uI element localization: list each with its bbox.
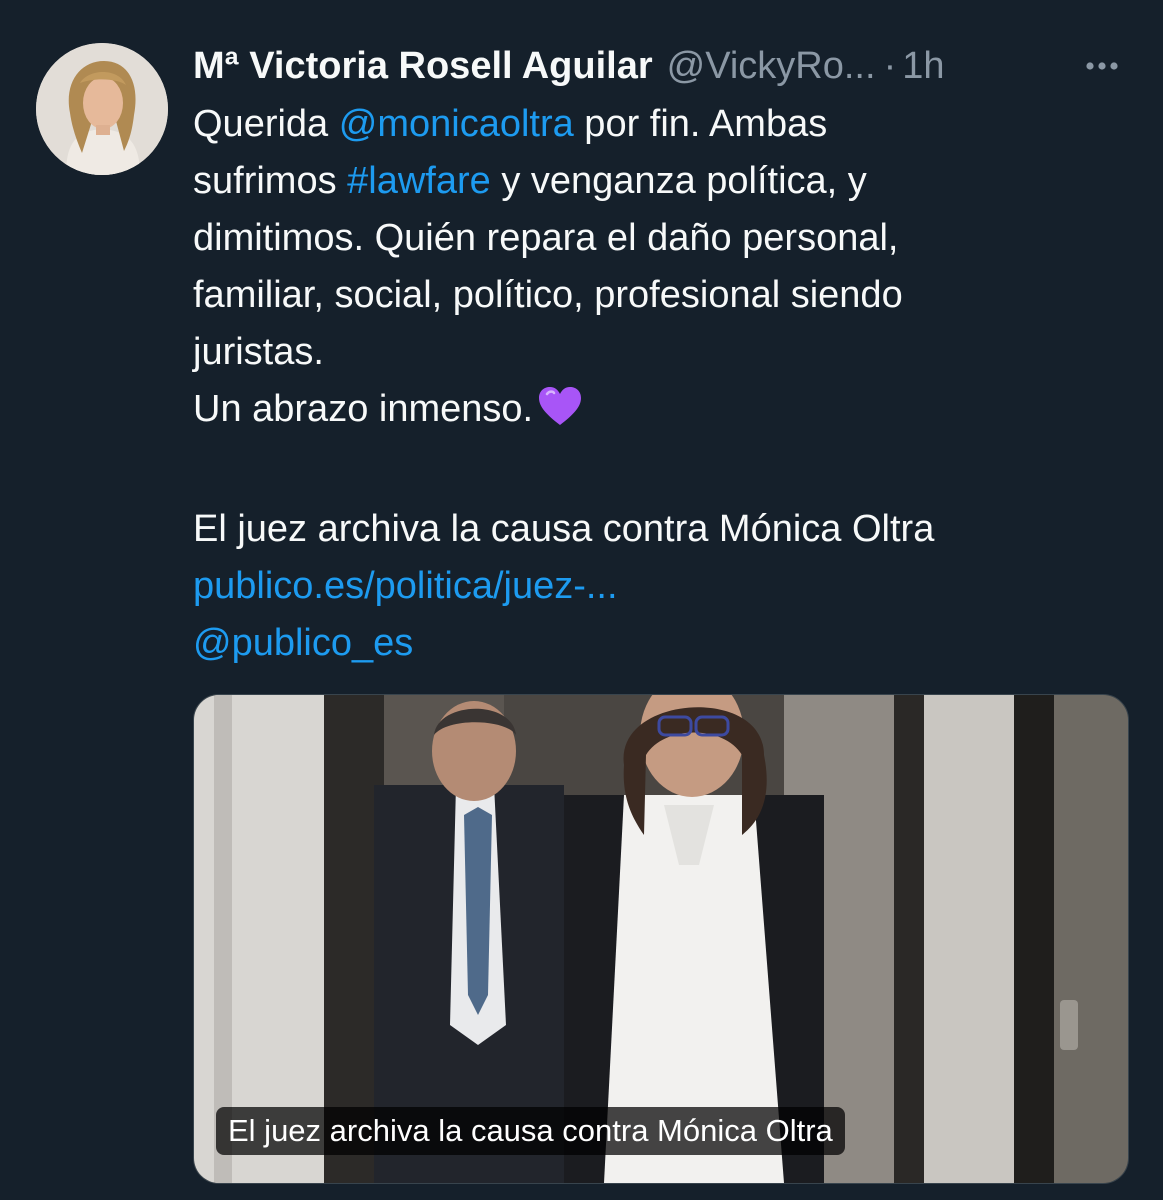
text-line-1: Querida @monicaoltra por fin. Ambas: [193, 96, 1123, 153]
text-line-4: familiar, social, político, profesional …: [193, 274, 903, 316]
text-line-8: El juez archiva la causa contra Mónica O…: [193, 508, 935, 550]
separator-dot: ·: [883, 45, 897, 87]
mention-monicaoltra[interactable]: @monicaoltra: [339, 103, 574, 145]
link-card[interactable]: El juez archiva la causa contra Mónica O…: [193, 694, 1129, 1184]
more-horizontal-icon[interactable]: [1085, 38, 1119, 94]
text-segment: Querida: [193, 103, 339, 145]
tweet[interactable]: Mª Victoria Rosell Aguilar @VickyRo... ·…: [0, 0, 1163, 1200]
text-line-2: sufrimos #lawfare y venganza política, y: [193, 153, 1123, 210]
display-name[interactable]: Mª Victoria Rosell Aguilar: [193, 38, 653, 94]
text-segment: y venganza política, y: [490, 160, 867, 202]
card-caption: El juez archiva la causa contra Mónica O…: [216, 1107, 845, 1155]
article-link[interactable]: publico.es/politica/juez-...: [193, 558, 1123, 615]
purple-heart-icon: [537, 385, 583, 444]
hashtag-lawfare[interactable]: #lawfare: [347, 160, 491, 202]
text-segment: por fin. Ambas: [573, 103, 828, 145]
text-line-3: dimitimos. Quién repara el daño personal…: [193, 217, 899, 259]
user-handle[interactable]: @VickyRo...: [667, 38, 876, 94]
mention-publico-es[interactable]: @publico_es: [193, 615, 1123, 672]
tweet-header: Mª Victoria Rosell Aguilar @VickyRo... ·…: [193, 38, 1133, 94]
text-line-6: Un abrazo inmenso.: [193, 381, 1123, 444]
text-segment: Un abrazo inmenso.: [193, 388, 534, 430]
text-segment: sufrimos: [193, 160, 348, 202]
text-line-5: juristas.: [193, 331, 324, 373]
avatar[interactable]: [36, 43, 168, 175]
tweet-text: Querida @monicaoltra por fin. Ambas sufr…: [193, 96, 1123, 672]
timestamp[interactable]: 1h: [902, 38, 944, 94]
